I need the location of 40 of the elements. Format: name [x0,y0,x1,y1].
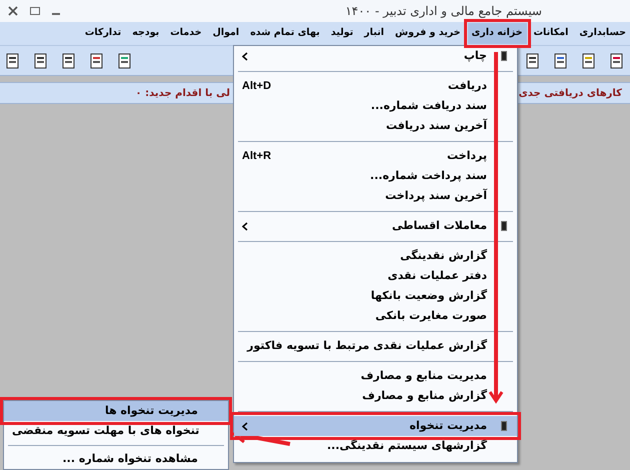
menu-bar-item[interactable]: خزانه داری [468,23,526,44]
menu-item[interactable]: گزارش منابع و مصارف [234,386,517,406]
received-tasks-label: کارهای دریافتی جدی [518,86,622,100]
menu-item[interactable]: دفتر عملیات نقدی [234,266,517,286]
menu-item[interactable]: گزارشهای سیستم نقدینگی... [234,436,517,456]
menu-item[interactable]: معاملات اقساطی [234,216,517,236]
menu-item[interactable]: گزارش عملیات نقدی مرتبط با تسویه فاکتور [234,336,517,356]
menu-bar-item[interactable]: بودجه [128,23,164,44]
menu-item[interactable]: تنخواه های با مهلت تسویه منقضی [4,421,228,441]
menu-item-icon [501,51,507,61]
menu-bar-item[interactable]: خدمات [166,23,206,44]
menu-item[interactable]: مدیریت تنخواه [234,416,517,436]
menu-bar-item[interactable]: اموال [208,23,244,44]
menu-item[interactable]: مشاهده تنخواه شماره ... [4,449,228,469]
menu-bar-item[interactable]: بهای تمام شده [246,23,324,44]
chevron-left-icon [242,422,248,430]
menu-item-icon [501,421,507,431]
menu-item[interactable]: صورت مغایرت بانکی [234,306,517,326]
menu-bar-item[interactable]: تدارکات [80,23,126,44]
restore-icon[interactable] [30,7,40,15]
menu-bar-item[interactable]: انبار [360,23,388,44]
new-actions-label: لی با اقدام جدید: ۰ [136,86,230,100]
menu-item[interactable]: سند پرداخت شماره... [234,166,517,186]
menu-item[interactable]: گزارش وضعیت بانکها [234,286,517,306]
menu-item[interactable]: مدیریت منابع و مصارف [234,366,517,386]
menu-item[interactable]: چاپ [234,46,517,66]
chevron-left-icon [242,222,248,230]
menu-bar-item[interactable]: تولید [326,23,358,44]
menu-item[interactable]: آخرین سند دریافت [234,116,517,136]
menu-item[interactable]: سند دریافت شماره... [234,96,517,116]
menu-bar-item[interactable]: خرید و فروش [391,23,465,44]
menu-bar-item[interactable]: حسابداری [575,23,630,44]
window-title: سیستم جامع مالی و اداری تدبیر - ۱۴۰۰ [345,3,542,20]
menu-item[interactable]: گزارش نقدینگی [234,246,517,266]
menu-item-icon [501,221,507,231]
menu-bar-item[interactable]: امکانات [530,23,572,44]
close-icon[interactable] [8,6,18,16]
menu-item[interactable]: آخرین سند پرداخت [234,186,517,206]
menu-item[interactable]: مدیریت تنخواه ها [4,401,228,421]
chevron-left-icon [242,52,248,60]
